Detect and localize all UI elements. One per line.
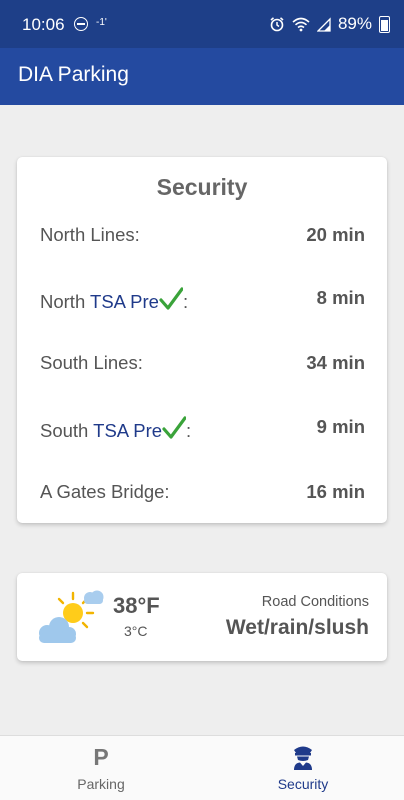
security-officer-icon — [294, 746, 312, 770]
wifi-icon — [292, 17, 310, 32]
bottom-navigation: P Parking Security — [0, 735, 404, 800]
security-row-north-tsa: North TSA Pre: 8 min — [40, 287, 365, 317]
road-conditions-value: Wet/rain/slush — [225, 616, 369, 639]
row-label: South TSA Pre: — [40, 416, 191, 442]
row-label: North TSA Pre: — [40, 287, 188, 313]
row-value: 9 min — [316, 416, 365, 437]
row-value: 16 min — [306, 481, 365, 502]
status-small-label: -1' — [96, 17, 107, 28]
road-conditions-label: Road Conditions — [261, 594, 369, 610]
cell-signal-icon — [316, 16, 331, 32]
app-title: DIA Parking — [18, 63, 129, 86]
battery-percent: 89% — [337, 14, 372, 33]
security-row-north-lines: North Lines: 20 min — [40, 224, 365, 254]
security-title: Security — [156, 174, 248, 200]
weather-card: 38°F 3°C Road Conditions Wet/rain/slush — [17, 573, 387, 661]
row-value: 8 min — [316, 287, 365, 308]
row-label: North Lines: — [40, 224, 140, 245]
row-prefix: South — [40, 420, 94, 441]
row-value: 34 min — [306, 352, 365, 373]
status-time: 10:06 — [22, 15, 65, 34]
alarm-icon — [270, 17, 284, 32]
status-right-group: 89% — [269, 14, 390, 34]
tsa-check-icon — [159, 287, 183, 310]
parking-icon: P — [93, 744, 109, 770]
tsa-pre-logo: TSA Pre — [90, 291, 159, 312]
row-value: 20 min — [306, 224, 365, 245]
row-suffix: : — [182, 291, 189, 312]
nav-security-label: Security — [277, 776, 329, 792]
partly-sunny-icon — [39, 590, 104, 643]
security-row-south-tsa: South TSA Pre: 9 min — [40, 416, 365, 446]
status-bar: 10:06 -1' 89% — [0, 0, 404, 48]
temperature-fahrenheit: 38°F — [113, 593, 160, 618]
security-row-south-lines: South Lines: 34 min — [40, 352, 365, 382]
nav-security[interactable]: Security — [202, 736, 404, 800]
row-suffix: : — [186, 420, 192, 441]
security-card: Security North Lines: 20 min North TSA P… — [17, 157, 387, 523]
tsa-check-icon — [162, 416, 187, 439]
row-label: A Gates Bridge: — [40, 481, 170, 502]
nav-parking[interactable]: P Parking — [0, 736, 202, 800]
security-row-a-gates-bridge: A Gates Bridge: 16 min — [40, 481, 365, 511]
tsa-pre-logo: TSA Pre — [93, 420, 163, 441]
do-not-disturb-icon — [74, 17, 88, 31]
row-prefix: North — [40, 291, 91, 312]
temperature-celsius: 3°C — [124, 623, 148, 639]
nav-parking-label: Parking — [77, 776, 125, 792]
battery-icon — [379, 15, 390, 33]
row-label: South Lines: — [40, 352, 143, 373]
app-bar: DIA Parking — [0, 48, 404, 105]
